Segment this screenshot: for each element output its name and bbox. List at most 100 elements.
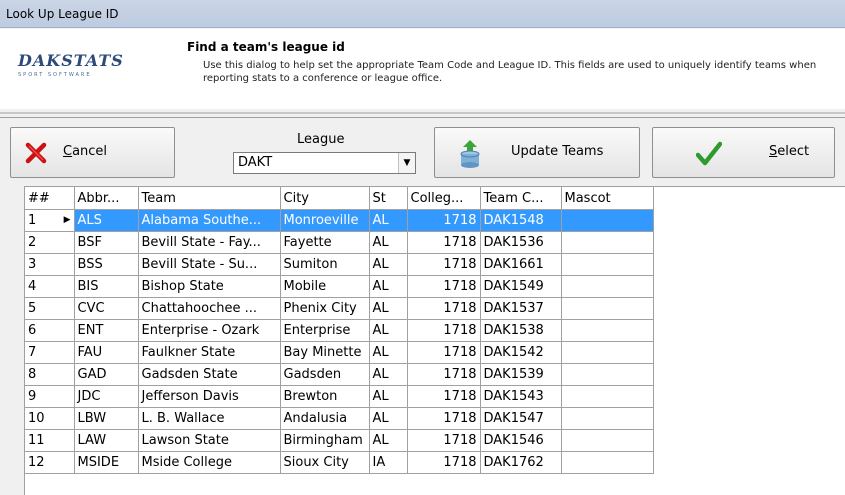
table-row[interactable]: 3 BSS Bevill State - Su... Sumiton AL 1718 DAK… [25,253,654,276]
team-code-cell[interactable]: DAK1543 [480,385,562,408]
mascot-cell[interactable] [561,363,654,386]
abbr-cell[interactable]: LBW [74,407,139,430]
mascot-cell[interactable] [561,275,654,298]
column-header-abbr[interactable]: Abbr... [74,187,139,210]
team-cell[interactable]: Mside College [138,451,281,474]
team-code-cell[interactable]: DAK1661 [480,253,562,276]
state-cell[interactable]: AL [369,275,408,298]
table-row[interactable]: 8 GAD Gadsden State Gadsden AL 1718 DAK1539 [25,363,654,386]
mascot-cell[interactable] [561,209,654,232]
state-cell[interactable]: IA [369,451,408,474]
table-row[interactable]: 11 LAW Lawson State Birmingham AL 1718 DAK1546 [25,429,654,452]
table-row[interactable]: 12 MSIDE Mside College Sioux City IA 1718 DAK1… [25,451,654,474]
mascot-cell[interactable] [561,385,654,408]
row-number-cell[interactable]: 9 [25,385,75,408]
abbr-cell[interactable]: BSS [74,253,139,276]
team-code-cell[interactable]: DAK1762 [480,451,562,474]
row-number-cell[interactable]: 8 [25,363,75,386]
college-cell[interactable]: 1718 [407,341,481,364]
city-cell[interactable]: Mobile [280,275,370,298]
state-cell[interactable]: AL [369,319,408,342]
state-cell[interactable]: AL [369,429,408,452]
college-cell[interactable]: 1718 [407,451,481,474]
column-header-row-number[interactable]: ## [25,187,75,210]
city-cell[interactable]: Phenix City [280,297,370,320]
college-cell[interactable]: 1718 [407,209,481,232]
row-number-cell[interactable]: 12 [25,451,75,474]
college-cell[interactable]: 1718 [407,385,481,408]
team-cell[interactable]: Chattahoochee ... [138,297,281,320]
row-number-cell[interactable]: 4 [25,275,75,298]
college-cell[interactable]: 1718 [407,253,481,276]
abbr-cell[interactable]: LAW [74,429,139,452]
abbr-cell[interactable]: MSIDE [74,451,139,474]
table-row[interactable]: 4 BIS Bishop State Mobile AL 1718 DAK1549 [25,275,654,298]
league-select[interactable]: DAKT ▼ [233,152,416,174]
team-cell[interactable]: Bevill State - Fay... [138,231,281,254]
state-cell[interactable]: AL [369,297,408,320]
team-code-cell[interactable]: DAK1536 [480,231,562,254]
abbr-cell[interactable]: BSF [74,231,139,254]
row-number-cell[interactable]: 7 [25,341,75,364]
state-cell[interactable]: AL [369,209,408,232]
college-cell[interactable]: 1718 [407,407,481,430]
row-number-cell[interactable]: 10 [25,407,75,430]
mascot-cell[interactable] [561,297,654,320]
team-cell[interactable]: L. B. Wallace [138,407,281,430]
state-cell[interactable]: AL [369,253,408,276]
abbr-cell[interactable]: ALS [74,209,139,232]
column-header-team[interactable]: Team [138,187,281,210]
column-header-college[interactable]: Colleg... [407,187,481,210]
team-code-cell[interactable]: DAK1539 [480,363,562,386]
team-cell[interactable]: Gadsden State [138,363,281,386]
mascot-cell[interactable] [561,407,654,430]
table-row[interactable]: 6 ENT Enterprise - Ozark Enterprise AL 1718 DA… [25,319,654,342]
college-cell[interactable]: 1718 [407,231,481,254]
city-cell[interactable]: Bay Minette [280,341,370,364]
table-row[interactable]: 9 JDC Jefferson Davis Brewton AL 1718 DAK1543 [25,385,654,408]
state-cell[interactable]: AL [369,363,408,386]
mascot-cell[interactable] [561,253,654,276]
abbr-cell[interactable]: BIS [74,275,139,298]
team-code-cell[interactable]: DAK1546 [480,429,562,452]
team-code-cell[interactable]: DAK1548 [480,209,562,232]
mascot-cell[interactable] [561,451,654,474]
team-code-cell[interactable]: DAK1549 [480,275,562,298]
team-code-cell[interactable]: DAK1537 [480,297,562,320]
city-cell[interactable]: Brewton [280,385,370,408]
team-code-cell[interactable]: DAK1542 [480,341,562,364]
team-cell[interactable]: Jefferson Davis [138,385,281,408]
city-cell[interactable]: Monroeville [280,209,370,232]
college-cell[interactable]: 1718 [407,275,481,298]
city-cell[interactable]: Fayette [280,231,370,254]
state-cell[interactable]: AL [369,231,408,254]
abbr-cell[interactable]: CVC [74,297,139,320]
select-button[interactable]: Select [652,127,835,178]
column-header-state[interactable]: St [369,187,408,210]
team-cell[interactable]: Bevill State - Su... [138,253,281,276]
city-cell[interactable]: Enterprise [280,319,370,342]
row-number-cell[interactable]: 5 [25,297,75,320]
column-header-city[interactable]: City [280,187,370,210]
city-cell[interactable]: Birmingham [280,429,370,452]
row-number-cell[interactable]: 2 [25,231,75,254]
city-cell[interactable]: Andalusia [280,407,370,430]
abbr-cell[interactable]: JDC [74,385,139,408]
abbr-cell[interactable]: ENT [74,319,139,342]
table-row[interactable]: 10 LBW L. B. Wallace Andalusia AL 1718 DAK1547 [25,407,654,430]
row-number-cell[interactable]: 6 [25,319,75,342]
college-cell[interactable]: 1718 [407,429,481,452]
college-cell[interactable]: 1718 [407,319,481,342]
table-row[interactable]: 1 ▶ ALS Alabama Southe... Monroeville AL 1718 D… [25,209,654,232]
state-cell[interactable]: AL [369,385,408,408]
row-number-cell[interactable]: 3 [25,253,75,276]
team-cell[interactable]: Lawson State [138,429,281,452]
teams-grid[interactable]: ## Abbr... Team City St Colleg... Team C… [24,186,845,495]
row-number-cell[interactable]: 11 [25,429,75,452]
city-cell[interactable]: Sioux City [280,451,370,474]
cancel-button[interactable]: Cancel [10,127,175,178]
mascot-cell[interactable] [561,429,654,452]
update-teams-button[interactable]: Update Teams [434,127,640,178]
mascot-cell[interactable] [561,319,654,342]
team-cell[interactable]: Alabama Southe... [138,209,281,232]
